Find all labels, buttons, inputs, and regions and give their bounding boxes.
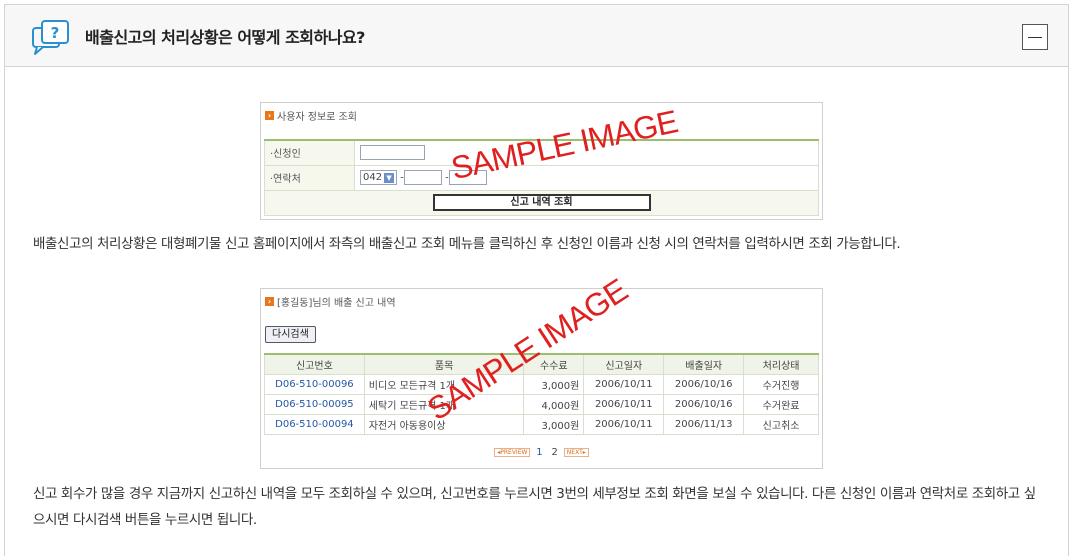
svg-text:?: ? <box>51 24 60 42</box>
phone-middle-input[interactable] <box>403 170 442 185</box>
column-header: 배출일자 <box>663 353 745 375</box>
prev-page-button[interactable]: ◂PREVIEW <box>494 448 531 457</box>
sample-image-search-form: › 사용자 정보로 조회 ·신청인 ·연락처 042 ▼ - - 신고 내역 조… <box>260 102 823 220</box>
table-cell: 4,000원 <box>523 393 585 415</box>
table-cell: 3,000원 <box>523 373 585 395</box>
faq-title: 배출신고의 처리상황은 어떻게 조회하나요? <box>85 28 365 47</box>
column-header: 신고번호 <box>264 353 365 375</box>
report-number-link[interactable]: D06-510-00094 <box>264 413 365 435</box>
table-cell: 2006/10/11 <box>583 413 665 435</box>
table-cell: 2006/11/13 <box>663 413 745 435</box>
collapse-button[interactable] <box>1022 24 1048 50</box>
sample-image-history-list: › [홍길동]님의 배출 신고 내역 다시검색 신고번호 품목 수수료 신고일자 배출일… <box>260 272 823 469</box>
column-header: 처리상태 <box>743 353 819 375</box>
faq-header[interactable]: ? 배출신고의 처리상황은 어떻게 조회하나요? <box>5 5 1068 67</box>
table-cell: 2006/10/16 <box>663 393 745 415</box>
column-header: 신고일자 <box>583 353 665 375</box>
arrow-right-icon: › <box>265 297 274 306</box>
history-table: 신고번호 품목 수수료 신고일자 배출일자 처리상태 D06-510-00096 비디오 모… <box>264 353 819 435</box>
next-page-button[interactable]: NEXT▸ <box>563 448 589 457</box>
search-history-button[interactable]: 신고 내역 조회 <box>432 194 651 211</box>
description-2: 신고 회수가 많을 경우 지금까지 신고하신 내역을 모두 조회하실 수 있으며… <box>33 486 1036 528</box>
table-row: D06-510-00096 비디오 모든규격 1개 3,000원 2006/10/11… <box>264 373 819 395</box>
page-2[interactable]: 2 <box>552 447 558 458</box>
arrow-right-icon: › <box>265 111 274 120</box>
table-cell: 3,000원 <box>523 413 585 435</box>
description-1: 배출신고의 처리상황은 대형폐기물 신고 홈페이지에서 좌측의 배출신고 조회 … <box>33 236 901 252</box>
table-cell: 수거진행 <box>743 373 819 395</box>
table-cell: 2006/10/16 <box>663 373 745 395</box>
applicant-input[interactable] <box>360 145 425 161</box>
report-number-link[interactable]: D06-510-00095 <box>264 393 365 415</box>
pagination: ◂PREVIEW 1 2 NEXT▸ <box>261 447 822 458</box>
table-cell: 신고취소 <box>743 413 819 435</box>
faq-item: ? 배출신고의 처리상황은 어떻게 조회하나요? › 사용자 정보로 조회 ·신… <box>4 4 1069 556</box>
contact-label: ·연락처 <box>264 164 355 191</box>
table-cell: 2006/10/11 <box>583 393 665 415</box>
table-cell: 수거완료 <box>743 393 819 415</box>
table-row: D06-510-00095 세탁기 모든규격 1개 4,000원 2006/10/11… <box>264 393 819 415</box>
table-row: D06-510-00094 자전거 아동용이상 3,000원 2006/10/11 20… <box>264 413 819 435</box>
page-1[interactable]: 1 <box>536 447 542 458</box>
section-title: › [홍길동]님의 배출 신고 내역 <box>265 294 396 309</box>
table-cell: 2006/10/11 <box>583 373 665 395</box>
applicant-label: ·신청인 <box>264 139 355 166</box>
area-code-select[interactable]: 042 ▼ <box>360 170 398 185</box>
report-number-link[interactable]: D06-510-00096 <box>264 373 365 395</box>
question-chat-icon: ? <box>32 20 69 55</box>
retry-search-button[interactable]: 다시검색 <box>265 326 316 343</box>
section-title: › 사용자 정보로 조회 <box>265 108 357 123</box>
chevron-down-icon: ▼ <box>384 172 395 183</box>
